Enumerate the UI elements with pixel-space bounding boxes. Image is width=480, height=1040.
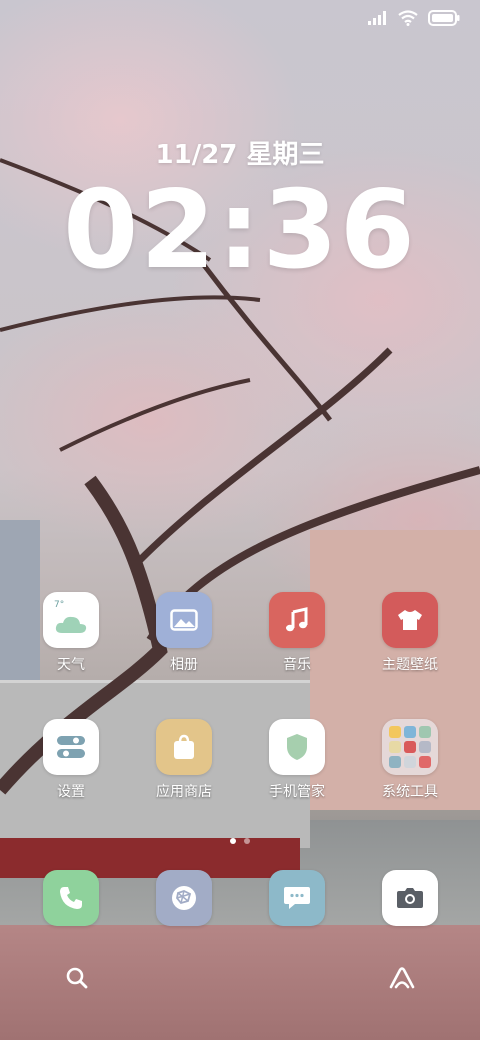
search-button[interactable]	[57, 958, 97, 998]
app-security[interactable]: 手机管家	[247, 719, 347, 801]
signal-icon	[368, 11, 386, 25]
clock[interactable]: 02:36	[0, 168, 480, 293]
assistant-button[interactable]	[382, 958, 422, 998]
app-weather[interactable]: 7° 天气	[21, 592, 121, 674]
app-label: 天气	[57, 657, 85, 673]
dock-browser[interactable]	[156, 870, 212, 926]
theme-icon	[382, 592, 438, 648]
status-bar	[368, 10, 460, 26]
app-theme[interactable]: 主题壁纸	[360, 592, 460, 674]
browser-icon	[156, 870, 212, 926]
dock-phone[interactable]	[43, 870, 99, 926]
app-music[interactable]: 音乐	[247, 592, 347, 674]
messages-icon	[269, 870, 325, 926]
camera-icon	[382, 870, 438, 926]
app-folder-system-tools[interactable]: 系统工具	[360, 719, 460, 801]
app-label: 主题壁纸	[382, 657, 438, 673]
app-label: 手机管家	[269, 784, 325, 800]
page-indicator[interactable]	[0, 838, 480, 844]
date-label: 11/27 星期三	[155, 140, 325, 170]
app-label: 系统工具	[382, 784, 438, 800]
app-store-icon	[156, 719, 212, 775]
battery-icon	[428, 10, 460, 26]
app-label: 设置	[57, 784, 85, 800]
page-dot[interactable]	[244, 838, 250, 844]
weather-icon: 7°	[43, 592, 99, 648]
assistant-icon	[389, 967, 415, 989]
weather-temp: 7°	[54, 600, 65, 610]
folder-icon	[382, 719, 438, 775]
app-store[interactable]: 应用商店	[134, 719, 234, 801]
security-icon	[269, 719, 325, 775]
dock-camera[interactable]	[382, 870, 438, 926]
search-icon	[66, 967, 88, 989]
gallery-icon	[156, 592, 212, 648]
music-icon	[269, 592, 325, 648]
settings-icon	[43, 719, 99, 775]
app-gallery[interactable]: 相册	[134, 592, 234, 674]
app-label: 应用商店	[156, 784, 212, 800]
wifi-icon	[398, 10, 418, 26]
app-settings[interactable]: 设置	[21, 719, 121, 801]
page-dot-active[interactable]	[230, 838, 236, 844]
dock-messages[interactable]	[269, 870, 325, 926]
phone-icon	[43, 870, 99, 926]
app-label: 相册	[170, 657, 198, 673]
app-label: 音乐	[283, 657, 311, 673]
